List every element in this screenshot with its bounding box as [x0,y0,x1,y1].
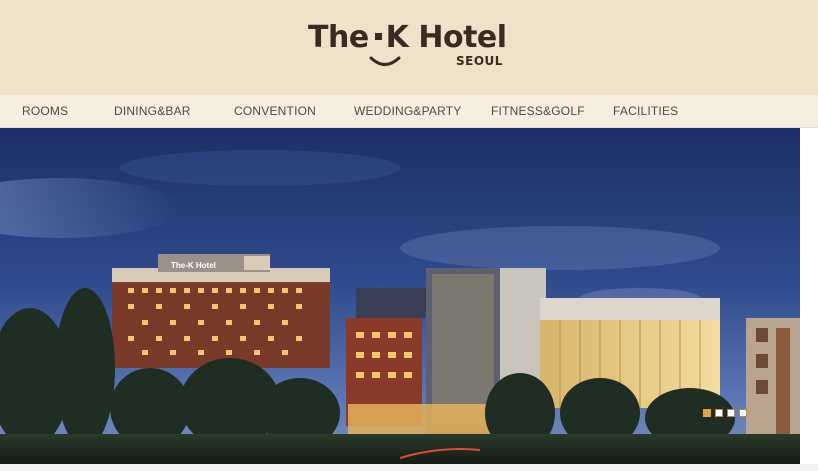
page-margin [800,128,818,464]
slider-dot-3[interactable] [727,409,735,417]
hotel-logo[interactable]: The K Hotel SEOUL [308,18,508,72]
logo-text-k: K [385,20,409,55]
main-nav: ROOMS DINING&BAR CONVENTION WEDDING&PART… [0,95,818,128]
slider-dot-2[interactable] [715,409,723,417]
nav-item-wedding-party[interactable]: WEDDING&PARTY [354,104,462,118]
nav-item-rooms[interactable]: ROOMS [22,104,68,118]
slider-pagination [703,409,747,417]
logo-text-hotel: Hotel [418,20,507,55]
logo-wordmark: The K Hotel [308,18,507,58]
nav-item-fitness-golf[interactable]: FITNESS&GOLF [491,104,585,118]
logo-subtitle: SEOUL [456,54,503,68]
nav-item-convention[interactable]: CONVENTION [234,104,316,118]
site-header: The K Hotel SEOUL [0,0,818,95]
logo-dot-icon [374,32,382,40]
nav-item-facilities[interactable]: FACILITIES [613,104,678,118]
nav-item-dining-bar[interactable]: DINING&BAR [114,104,191,118]
building-sign: The-K Hotel [171,261,216,270]
logo-text-the: The [308,20,369,55]
slider-dot-1[interactable] [703,409,711,417]
footer-strip [0,464,818,471]
slider-dot-4[interactable] [739,409,747,417]
hero-image: The-K Hotel [0,128,800,464]
smile-icon [369,56,401,66]
hero-banner: The-K Hotel [0,128,800,464]
